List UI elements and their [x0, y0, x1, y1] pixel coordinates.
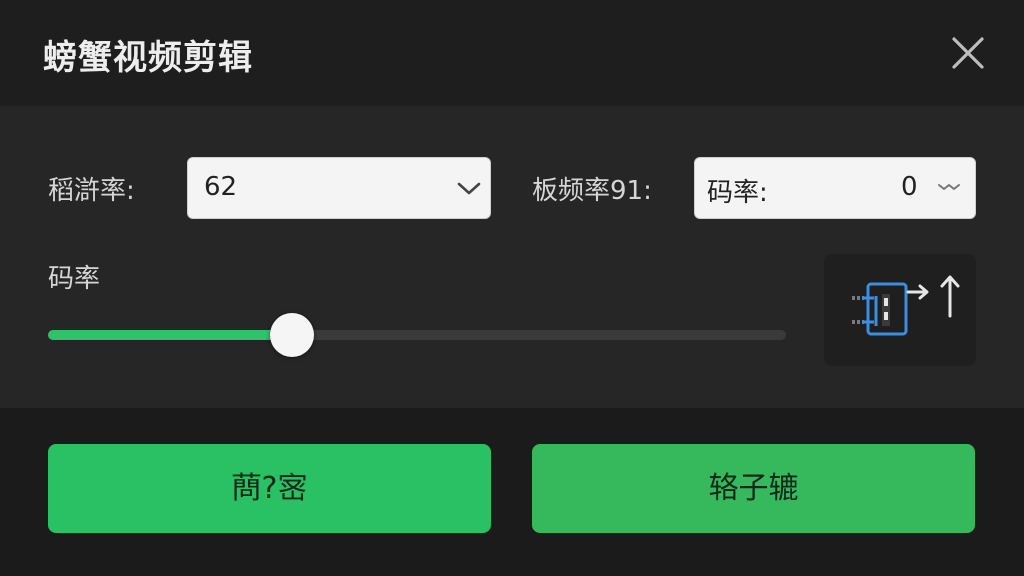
dialog-window: 螃蟹视频剪辑 稻滸率: 62 板频率91: 码率: 0 码率 蔄?宻 辂子辘: [0, 0, 1024, 576]
export-arrow-icon: [852, 275, 960, 336]
slider-label: 码率: [48, 264, 101, 294]
bitrate-slider[interactable]: [48, 313, 786, 357]
field1-select[interactable]: 62: [187, 157, 491, 219]
chevron-down-icon: [457, 182, 481, 195]
field1-value: 62: [204, 172, 238, 202]
field2-label: 板频率91:: [532, 176, 652, 206]
left-action-button[interactable]: 蔄?宻: [48, 444, 491, 533]
window-title: 螃蟹视频剪辑: [43, 38, 253, 78]
export-icon-button[interactable]: [824, 254, 976, 366]
field2-value-label: 码率:: [707, 178, 768, 208]
field1-label: 稻滸率:: [48, 176, 135, 206]
slider-thumb[interactable]: [270, 313, 314, 357]
chevron-down-icon: [938, 184, 960, 190]
close-icon: [952, 37, 984, 69]
title-bar: 螃蟹视频剪辑: [0, 0, 1024, 106]
field2-value: 0: [901, 172, 918, 202]
slider-fill: [48, 330, 292, 340]
right-action-button[interactable]: 辂子辘: [532, 444, 975, 533]
close-button[interactable]: [947, 32, 989, 74]
field2-select[interactable]: 码率: 0: [694, 157, 976, 219]
